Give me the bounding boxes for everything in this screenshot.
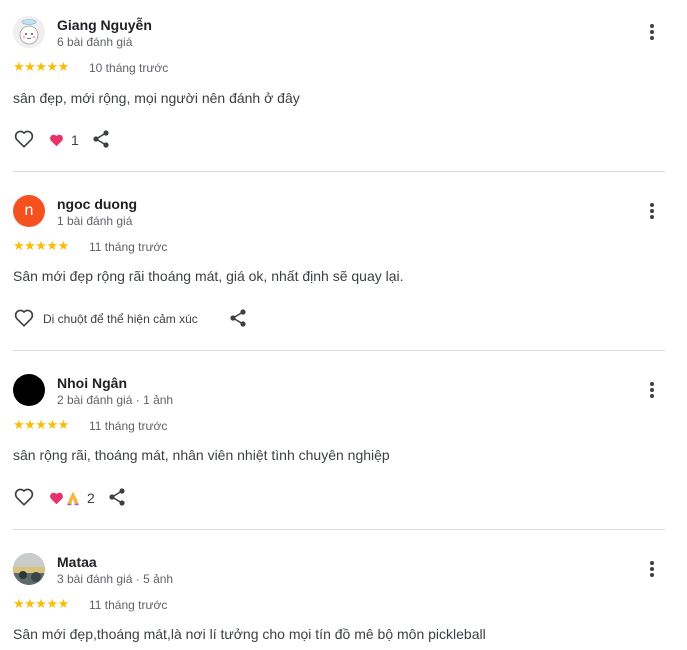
review-text: Sân mới đẹp rộng rãi thoáng mát, giá ok,… [13,268,404,284]
more-vert-icon [650,561,654,577]
review-time: 11 tháng trước [89,598,168,612]
divider [13,529,665,530]
heart-outline-icon [14,130,34,148]
avatar-photo-icon [13,553,45,585]
avatar[interactable] [13,553,45,585]
reaction-hint: Di chuột để thể hiện cảm xúc [43,312,198,326]
like-button[interactable] [13,486,35,508]
heart-emoji-icon [50,134,63,147]
share-button[interactable] [91,129,111,149]
reviewer-meta[interactable]: 1 bài đánh giá [57,214,132,228]
star-rating: ★★★★★ [13,238,69,253]
review-actions: 1 [13,128,413,152]
reviewer-meta[interactable]: 6 bài đánh giá [57,35,132,49]
more-vert-icon [650,24,654,40]
review-time: 11 tháng trước [89,240,168,254]
reviewer-meta[interactable]: 3 bài đánh giá · 5 ảnh [57,572,173,586]
more-options-button[interactable] [642,22,662,42]
avatar-illustration-icon [13,16,45,48]
avatar[interactable] [13,374,45,406]
heart-outline-icon [14,488,34,506]
more-options-button[interactable] [642,380,662,400]
review-text: sân đẹp, mới rộng, mọi người nên đánh ở … [13,90,300,106]
star-rating: ★★★★★ [13,417,69,432]
avatar[interactable] [13,16,45,48]
like-button[interactable] [13,307,35,329]
share-icon [93,130,109,148]
more-vert-icon [650,203,654,219]
heart-emoji-icon [50,492,63,505]
heart-outline-icon [14,309,34,327]
divider [13,171,665,172]
reviewer-name[interactable]: ngoc duong [57,196,137,212]
reviewer-meta[interactable]: 2 bài đánh giá · 1 ảnh [57,393,173,407]
reaction-count: 1 [71,132,79,148]
avatar-letter: n [24,202,34,219]
reviewer-name[interactable]: Giang Nguyễn [57,17,152,33]
share-button[interactable] [107,487,127,507]
like-button[interactable] [13,128,35,150]
review-time: 11 tháng trước [89,419,168,433]
more-options-button[interactable] [642,201,662,221]
share-button[interactable] [228,308,248,328]
review-text: sân rộng rãi, thoáng mát, nhân viên nhiệ… [13,447,390,463]
divider [13,350,665,351]
review-time: 10 tháng trước [89,61,169,75]
review-actions: 2 [13,486,413,510]
avatar[interactable]: n [13,195,45,227]
review-text: Sân mới đẹp,thoáng mát,là nơi lí tưởng c… [13,626,486,642]
reaction-count: 2 [87,490,95,506]
star-rating: ★★★★★ [13,596,69,611]
review-actions: Di chuột để thể hiện cảm xúc [13,307,413,331]
more-vert-icon [650,382,654,398]
share-icon [230,309,246,327]
pray-emoji-icon [67,491,79,506]
reviewer-name[interactable]: Mataa [57,554,97,570]
reaction-summary[interactable]: 2 [49,489,95,507]
more-options-button[interactable] [642,559,662,579]
star-rating: ★★★★★ [13,59,69,74]
share-icon [109,488,125,506]
reaction-summary[interactable]: 1 [49,131,79,149]
reviewer-name[interactable]: Nhoi Ngân [57,375,127,391]
